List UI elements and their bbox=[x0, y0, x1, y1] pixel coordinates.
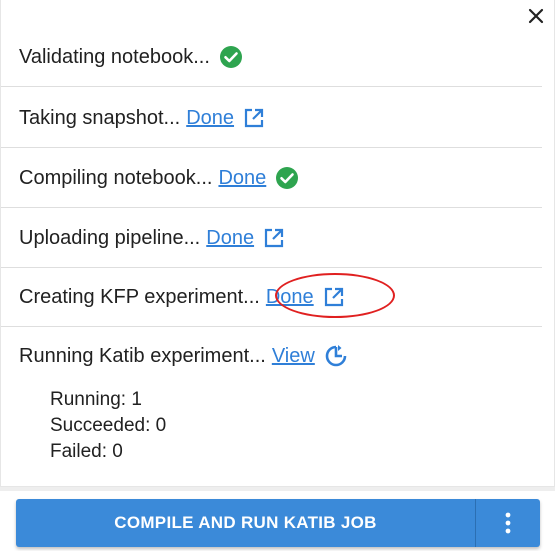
done-link[interactable]: Done bbox=[218, 166, 266, 190]
open-in-new-icon[interactable] bbox=[323, 286, 345, 308]
katib-stats: Running: 1 Succeeded: 0 Failed: 0 bbox=[50, 387, 542, 465]
check-circle-icon bbox=[219, 45, 243, 69]
divider bbox=[0, 487, 555, 491]
step-label: Compiling notebook... bbox=[19, 166, 213, 189]
step-label: Running Katib experiment... bbox=[19, 344, 266, 367]
step-uploading: Uploading pipeline... Done bbox=[1, 208, 542, 268]
step-label: Taking snapshot... bbox=[19, 106, 181, 129]
progress-panel: Validating notebook... Taking snapshot..… bbox=[0, 0, 555, 487]
step-snapshot: Taking snapshot... Done bbox=[1, 88, 542, 148]
compile-and-run-katib-button[interactable]: COMPILE AND RUN KATIB JOB bbox=[16, 499, 475, 547]
done-link[interactable]: Done bbox=[206, 226, 254, 250]
view-link[interactable]: View bbox=[272, 345, 315, 368]
refresh-icon bbox=[324, 344, 348, 368]
succeeded-count: Succeeded: 0 bbox=[50, 415, 167, 436]
failed-count: Failed: 0 bbox=[50, 441, 123, 462]
open-in-new-icon[interactable] bbox=[263, 227, 285, 249]
open-in-new-icon[interactable] bbox=[243, 107, 265, 129]
step-validating: Validating notebook... bbox=[1, 27, 542, 87]
step-compiling: Compiling notebook... Done bbox=[1, 148, 542, 208]
close-icon[interactable] bbox=[526, 6, 546, 26]
action-bar: COMPILE AND RUN KATIB JOB bbox=[16, 499, 540, 547]
step-label: Creating KFP experiment... bbox=[19, 285, 260, 308]
step-katib-experiment: Running Katib experiment... View Running… bbox=[1, 327, 542, 477]
step-label: Validating notebook... bbox=[19, 45, 210, 68]
step-label: Uploading pipeline... bbox=[19, 226, 201, 249]
running-count: Running: 1 bbox=[50, 389, 142, 410]
step-kfp-experiment: Creating KFP experiment... Done bbox=[1, 267, 542, 327]
done-link[interactable]: Done bbox=[266, 285, 314, 309]
more-vert-icon[interactable] bbox=[476, 499, 540, 547]
check-circle-icon bbox=[275, 166, 299, 190]
done-link[interactable]: Done bbox=[186, 106, 234, 130]
